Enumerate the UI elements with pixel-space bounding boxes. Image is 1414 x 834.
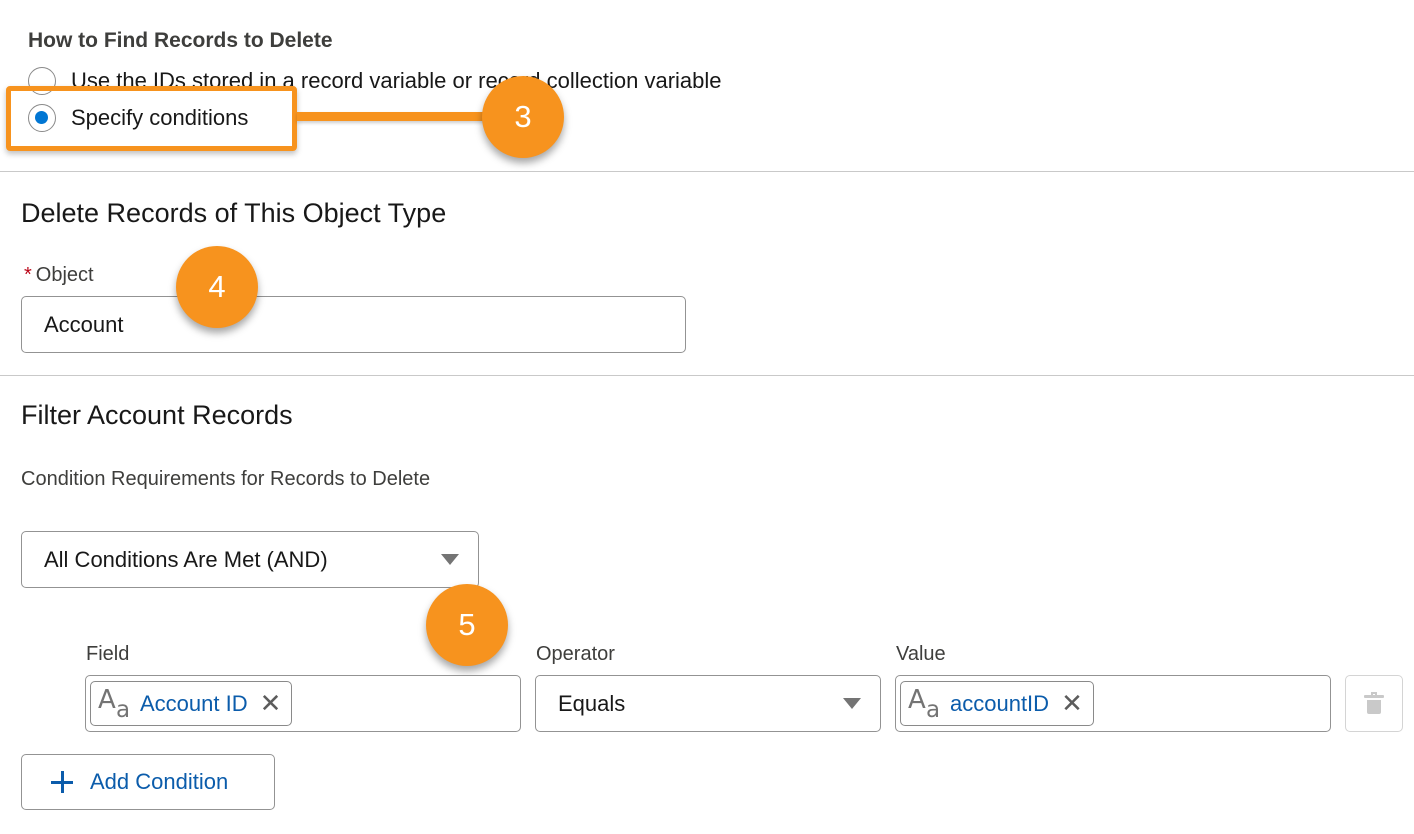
add-condition-button[interactable]: Add Condition [21, 754, 275, 810]
field-pill: Aa Account ID ✕ [90, 681, 293, 726]
callout-badge-3: 3 [482, 76, 564, 158]
condition-requirements-select[interactable]: All Conditions Are Met (AND) [21, 531, 479, 588]
operator-select[interactable]: Equals [535, 675, 881, 732]
field-column-label: Field [86, 643, 130, 665]
value-pill: Aa accountID ✕ [900, 681, 1094, 726]
section-divider [0, 375, 1414, 376]
close-icon[interactable]: ✕ [260, 691, 282, 717]
section-divider [0, 171, 1414, 172]
callout-badge-5: 5 [426, 584, 508, 666]
object-field-label: * Object [24, 264, 94, 287]
operator-column-label: Operator [536, 643, 615, 665]
value-input[interactable]: Aa accountID ✕ [895, 675, 1331, 732]
delete-condition-button[interactable] [1345, 675, 1403, 732]
value-pill-label: accountID [950, 690, 1050, 716]
condition-requirements-label: Condition Requirements for Records to De… [21, 468, 431, 490]
condition-requirements-value: All Conditions Are Met (AND) [44, 546, 328, 572]
callout-highlight-box [6, 86, 297, 151]
caret-down-icon [441, 554, 459, 565]
callout-connector [297, 112, 497, 121]
text-type-icon: Aa [98, 684, 131, 723]
close-icon[interactable]: ✕ [1061, 691, 1083, 717]
find-records-label: How to Find Records to Delete [28, 29, 333, 52]
field-input[interactable]: Aa Account ID ✕ [85, 675, 521, 732]
required-marker: * [24, 264, 32, 286]
object-label-text: Object [35, 264, 94, 286]
plus-icon [50, 770, 74, 794]
filter-section-heading: Filter Account Records [21, 400, 293, 430]
text-type-icon: Aa [908, 684, 941, 723]
field-pill-label: Account ID [140, 690, 248, 716]
trash-icon [1364, 691, 1384, 714]
add-condition-label: Add Condition [90, 769, 229, 794]
value-column-label: Value [896, 643, 946, 665]
operator-value: Equals [558, 690, 626, 716]
object-input-value: Account [44, 311, 124, 337]
caret-down-icon [843, 698, 861, 709]
callout-badge-4: 4 [176, 246, 258, 328]
object-section-heading: Delete Records of This Object Type [21, 198, 447, 228]
object-input[interactable]: Account [21, 296, 686, 353]
